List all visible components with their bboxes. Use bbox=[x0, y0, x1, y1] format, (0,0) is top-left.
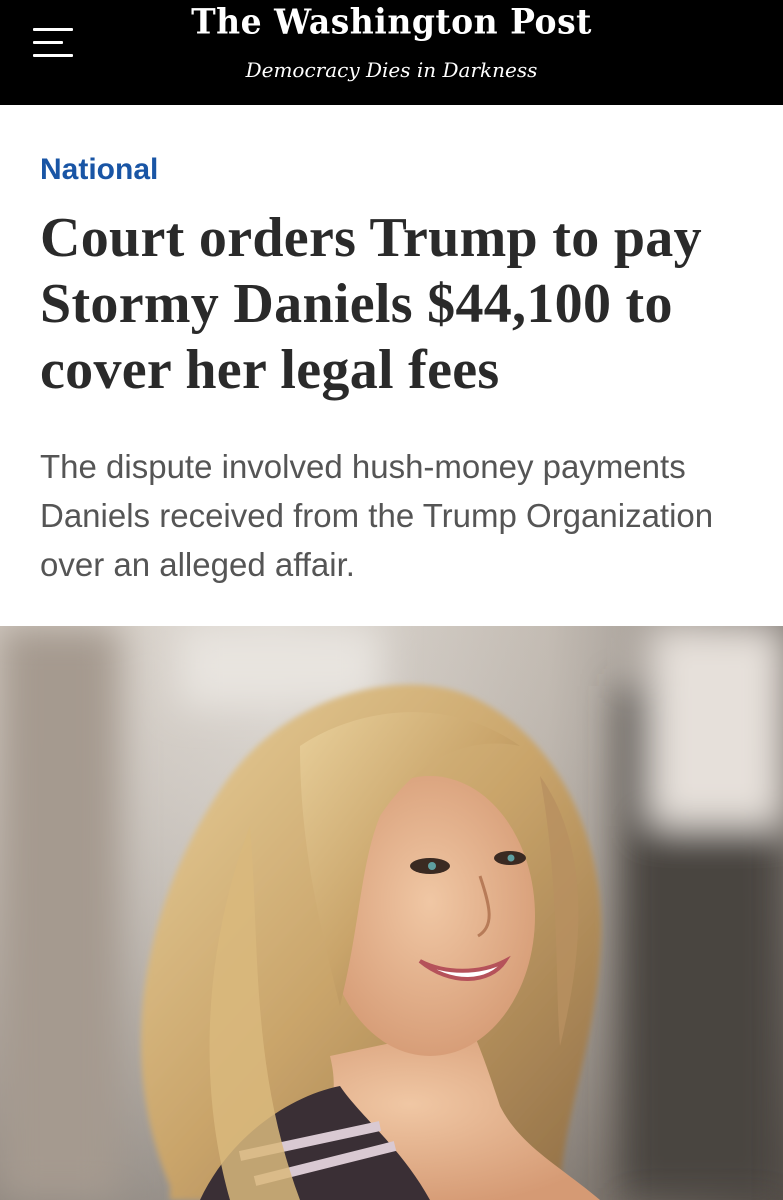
site-header: The Washington Post Democracy Dies in Da… bbox=[0, 0, 783, 105]
article-headline: Court orders Trump to pay Stormy Daniels… bbox=[40, 207, 702, 401]
tagline: Democracy Dies in Darkness bbox=[245, 58, 538, 82]
masthead-link[interactable]: The Washington Post bbox=[191, 1, 592, 42]
section-label[interactable]: National bbox=[40, 153, 158, 187]
article-photo bbox=[0, 626, 783, 1200]
masthead-logo[interactable]: The Washington Post bbox=[0, 1, 783, 42]
photo-illustration bbox=[0, 626, 783, 1200]
article-subheadline: The dispute involved hush-money payments… bbox=[40, 448, 714, 583]
